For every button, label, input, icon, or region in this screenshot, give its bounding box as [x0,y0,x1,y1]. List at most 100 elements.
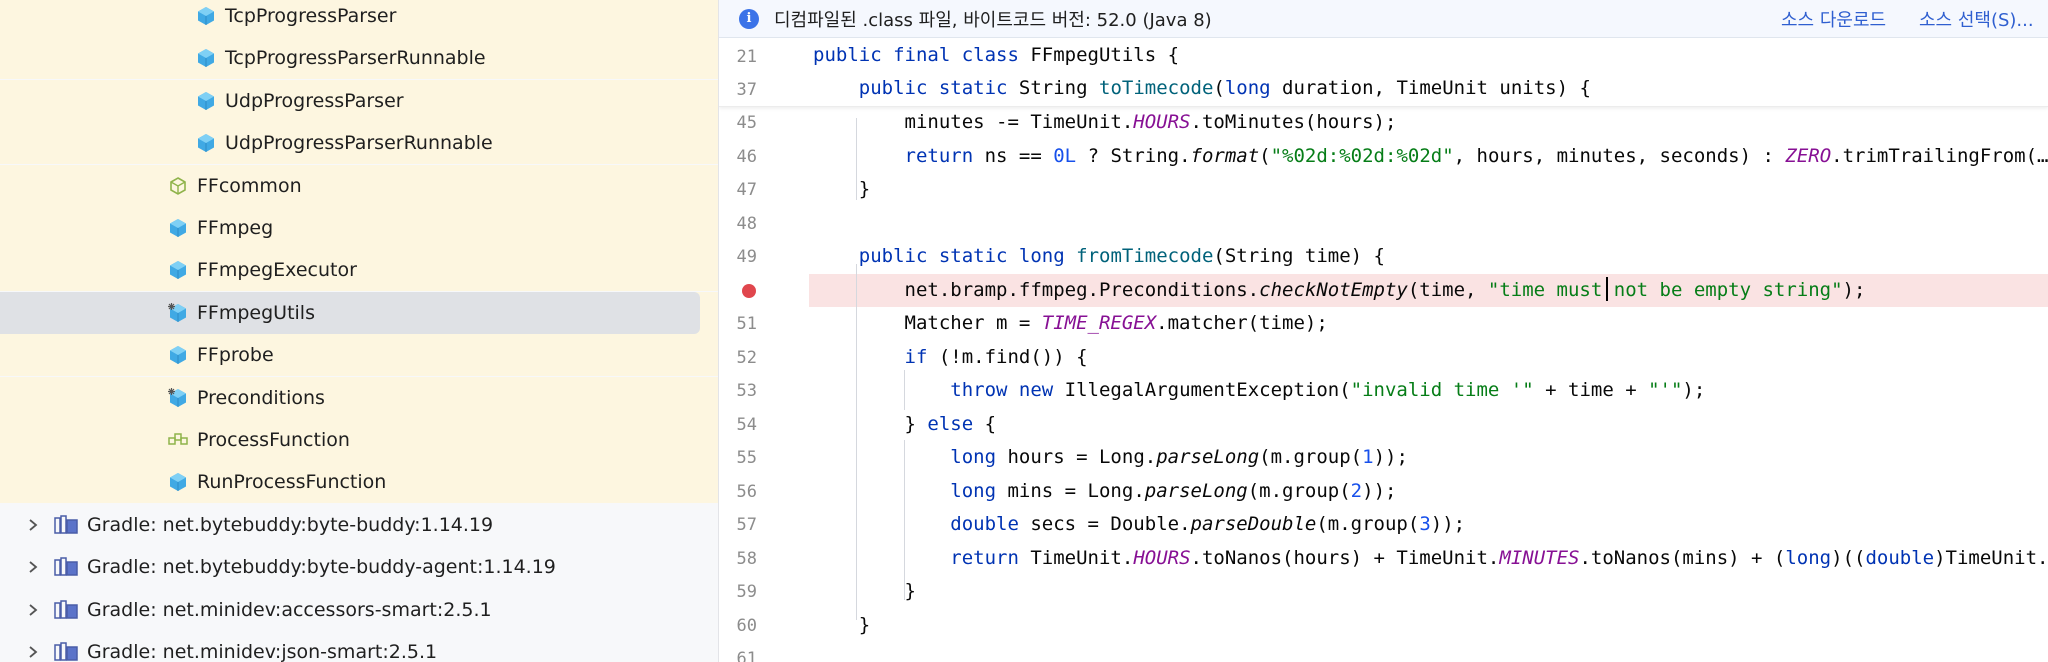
final-class-icon [168,387,188,408]
tree-item-udpprogressparserrunnable[interactable]: UdpProgressParserRunnable [0,122,718,165]
tree-item-preconditions[interactable]: Preconditions [0,376,718,419]
code-line[interactable]: long hours = Long.parseLong(m.group(1)); [813,446,1408,468]
library-label: Gradle: net.bytebuddy:byte-buddy-agent:1… [87,556,556,579]
tree-item-ffcommon[interactable]: FFcommon [0,164,718,207]
line-number[interactable]: 49 [719,247,757,267]
library-label: Gradle: net.bytebuddy:byte-buddy:1.14.19 [87,513,494,536]
chevron-right-icon[interactable] [26,603,40,617]
line-number[interactable]: 48 [719,214,757,234]
indent-guide [904,440,905,600]
download-sources-link[interactable]: 소스 다운로드 [1781,6,1886,32]
line-number[interactable]: 52 [719,348,757,368]
breakpoint-icon[interactable] [742,283,756,298]
library-icon [54,642,78,662]
tree-item-tcpprogressparser[interactable]: TcpProgressParser [0,0,718,37]
line-number[interactable]: 57 [719,515,757,535]
sticky-line-number[interactable]: 37 [719,80,757,100]
code-line[interactable]: if (!m.find()) { [813,346,1088,368]
project-tree: TcpProgressParser TcpProgressParserRunnab… [0,0,719,662]
tree-item-processfunction[interactable]: ProcessFunction [0,419,718,461]
tree-item-label: TcpProgressParserRunnable [225,47,486,70]
class-icon [196,133,216,153]
code-line[interactable]: long mins = Long.parseLong(m.group(2)); [813,480,1396,502]
library-label: Gradle: net.minidev:json-smart:2.5.1 [87,641,438,662]
sticky-line-number[interactable]: 21 [719,47,757,67]
decompiled-banner: i 디컴파일된 .class 파일, 바이트코드 버전: 52.0 (Java … [719,0,2048,38]
tree-item-label: FFmpeg [197,217,274,239]
class-icon [168,260,188,280]
tree-item-label: RunProcessFunction [197,471,387,494]
code-line[interactable]: double secs = Double.parseDouble(m.group… [813,513,1465,535]
library-item[interactable]: Gradle: net.bytebuddy:byte-buddy-agent:1… [0,546,718,589]
tree-item-label: FFcommon [197,174,302,197]
line-number[interactable]: 54 [719,415,757,435]
code-line[interactable]: minutes -= TimeUnit.HOURS.toMinutes(hour… [813,111,1397,133]
line-number[interactable]: 55 [719,448,757,468]
tree-item-label: FFprobe [197,344,274,367]
chevron-right-icon[interactable] [26,645,40,659]
choose-sources-link[interactable]: 소스 선택(S)... [1919,6,2034,32]
interface-icon [168,430,188,450]
code-line[interactable]: net.bramp.ffmpeg.Preconditions.checkNotE… [813,279,1866,301]
code-line[interactable]: public static long fromTimecode(String t… [813,245,1385,267]
line-number[interactable]: 53 [719,381,757,401]
tree-item-ffmpeg[interactable]: FFmpeg [0,207,718,249]
package-icon [168,176,188,196]
line-number[interactable]: 58 [719,549,757,569]
sticky-code-line[interactable]: public static String toTimecode(long dur… [813,77,1591,99]
line-number[interactable]: 51 [719,314,757,334]
line-number[interactable]: 56 [719,482,757,502]
line-number[interactable]: 46 [719,147,757,167]
code-line[interactable]: throw new IllegalArgumentException("inva… [813,379,1705,401]
class-icon [196,48,216,68]
code-line[interactable]: } else { [813,413,997,435]
tree-item-label: FFmpegUtils [197,301,315,324]
line-number[interactable]: 61 [719,649,757,662]
line-number[interactable]: 60 [719,616,757,636]
chevron-right-icon[interactable] [26,518,40,532]
tree-item-label: Preconditions [197,386,325,409]
selection-highlight [0,291,700,334]
code-line[interactable]: return TimeUnit.HOURS.toNanos(hours) + T… [813,547,2048,569]
line-number[interactable]: 59 [719,582,757,602]
sticky-scroll-header[interactable]: 21 public final class FFmpegUtils { 37 pub… [719,38,2048,107]
tree-item-label: ProcessFunction [197,429,350,451]
library-icon [54,557,78,577]
tree-item-label: FFmpegExecutor [197,259,357,282]
tree-item-label: UdpProgressParserRunnable [225,132,493,155]
indent-guide [904,370,905,410]
tree-item-udpprogressparser[interactable]: UdpProgressParser [0,79,718,122]
code-line[interactable]: return ns == 0L ? String.format("%02d:%0… [813,145,2048,167]
code-editor[interactable]: i 디컴파일된 .class 파일, 바이트코드 버전: 52.0 (Java … [719,0,2048,662]
class-icon [168,345,188,365]
library-item[interactable]: Gradle: net.minidev:json-smart:2.5.1 [0,631,718,662]
library-item[interactable]: Gradle: net.bytebuddy:byte-buddy:1.14.19 [0,503,718,546]
tree-item-label: TcpProgressParser [225,5,397,27]
library-label: Gradle: net.minidev:accessors-smart:2.5.… [87,598,492,621]
indent-guide [856,118,857,200]
class-icon [196,91,216,111]
tree-item-runprocessfunction[interactable]: RunProcessFunction [0,461,718,504]
library-icon [54,515,78,535]
final-class-icon [168,302,188,323]
banner-text: 디컴파일된 .class 파일, 바이트코드 버전: 52.0 (Java 8) [774,9,1212,31]
tree-item-ffmpegexecutor[interactable]: FFmpegExecutor [0,249,718,292]
code-line[interactable]: } [813,614,870,636]
line-number[interactable]: 47 [719,180,757,200]
tree-item-ffprobe[interactable]: FFprobe [0,334,718,377]
tree-item-tcpprogressparserrunnable[interactable]: TcpProgressParserRunnable [0,37,718,80]
code-line[interactable]: Matcher m = TIME_REGEX.matcher(time); [813,312,1328,334]
text-caret [1606,277,1608,301]
indent-guide [856,264,857,620]
code-line[interactable]: } [813,580,916,602]
info-icon: i [739,8,759,29]
code-line[interactable]: } [813,178,870,200]
chevron-right-icon[interactable] [26,560,40,574]
class-icon [196,6,216,26]
library-item[interactable]: Gradle: net.minidev:accessors-smart:2.5.… [0,588,718,631]
sticky-code-line[interactable]: public final class FFmpegUtils { [813,44,1179,66]
line-number[interactable]: 45 [719,113,757,133]
tree-item-ffmpegutils[interactable]: FFmpegUtils [0,291,718,334]
tree-item-label: UdpProgressParser [225,89,404,112]
class-icon [168,472,188,492]
